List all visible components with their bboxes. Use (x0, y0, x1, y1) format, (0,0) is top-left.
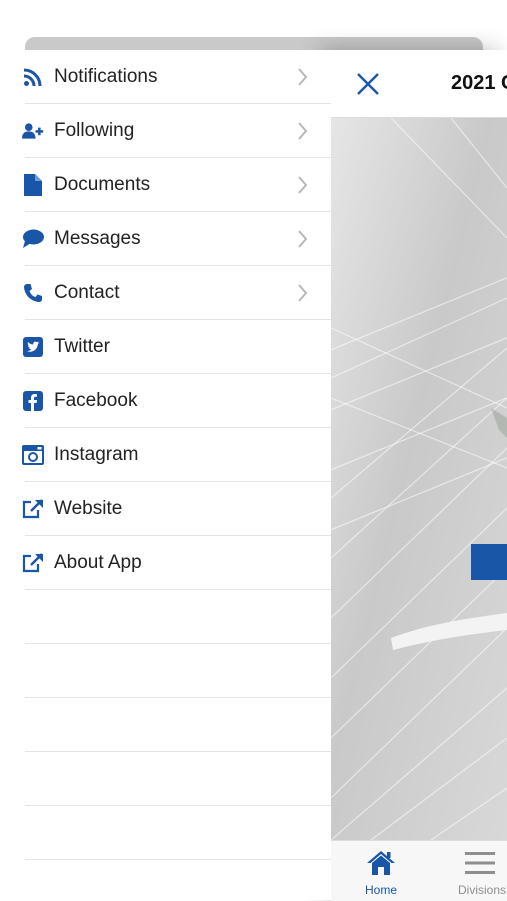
facebook-icon (22, 390, 44, 412)
tab-divisions[interactable]: Divisions (437, 841, 507, 901)
menu-divider (25, 805, 331, 806)
menu-item-label: Contact (54, 282, 120, 303)
rss-icon (22, 66, 44, 88)
side-menu: Notifications Following Documents Messag… (0, 50, 331, 900)
menu-item-messages[interactable]: Messages (0, 212, 331, 266)
menu-divider (25, 589, 331, 590)
speech-bubble-icon (22, 228, 44, 250)
tab-label: Divisions (457, 883, 506, 897)
twitter-icon (22, 336, 44, 358)
phone-icon (22, 282, 44, 304)
menu-divider (25, 859, 331, 860)
app-header: 2021 C (331, 50, 507, 118)
chevron-right-icon (298, 68, 314, 86)
menu-item-facebook[interactable]: Facebook (0, 374, 331, 428)
chevron-right-icon (298, 176, 314, 194)
instagram-icon (22, 444, 44, 466)
menu-item-twitter[interactable]: Twitter (0, 320, 331, 374)
menu-item-label: Website (54, 498, 123, 519)
home-icon (367, 851, 395, 875)
menu-lines-icon (465, 852, 495, 874)
document-icon (22, 174, 44, 196)
menu-item-label: Instagram (54, 444, 139, 465)
menu-divider (25, 751, 331, 752)
menu-item-label: About App (54, 552, 142, 573)
chevron-right-icon (298, 122, 314, 140)
menu-item-label: Notifications (54, 66, 158, 87)
menu-divider (25, 643, 331, 644)
chevron-right-icon (298, 230, 314, 248)
close-icon (357, 73, 379, 95)
menu-item-label: Facebook (54, 390, 138, 411)
chevron-right-icon (298, 284, 314, 302)
menu-item-about-app[interactable]: About App (0, 536, 331, 590)
menu-item-notifications[interactable]: Notifications (0, 50, 331, 104)
menu-item-documents[interactable]: Documents (0, 158, 331, 212)
external-link-icon (22, 498, 44, 520)
menu-item-website[interactable]: Website (0, 482, 331, 536)
tab-label: Home (364, 883, 397, 897)
menu-item-label: Twitter (54, 336, 110, 357)
external-link-icon (22, 552, 44, 574)
menu-item-following[interactable]: Following (0, 104, 331, 158)
menu-divider (25, 697, 331, 698)
menu-item-instagram[interactable]: Instagram (0, 428, 331, 482)
menu-item-label: Following (54, 120, 135, 141)
user-plus-icon (22, 120, 44, 142)
main-content-panel: 2021 C (331, 50, 507, 901)
hero-image (331, 118, 507, 840)
bottom-tab-bar: Home Divisions (331, 840, 507, 901)
menu-item-contact[interactable]: Contact (0, 266, 331, 320)
tab-home[interactable]: Home (336, 841, 426, 901)
menu-item-label: Documents (54, 174, 151, 195)
menu-item-label: Messages (54, 228, 141, 249)
close-button[interactable] (354, 70, 382, 98)
page-title: 2021 C (451, 72, 507, 94)
